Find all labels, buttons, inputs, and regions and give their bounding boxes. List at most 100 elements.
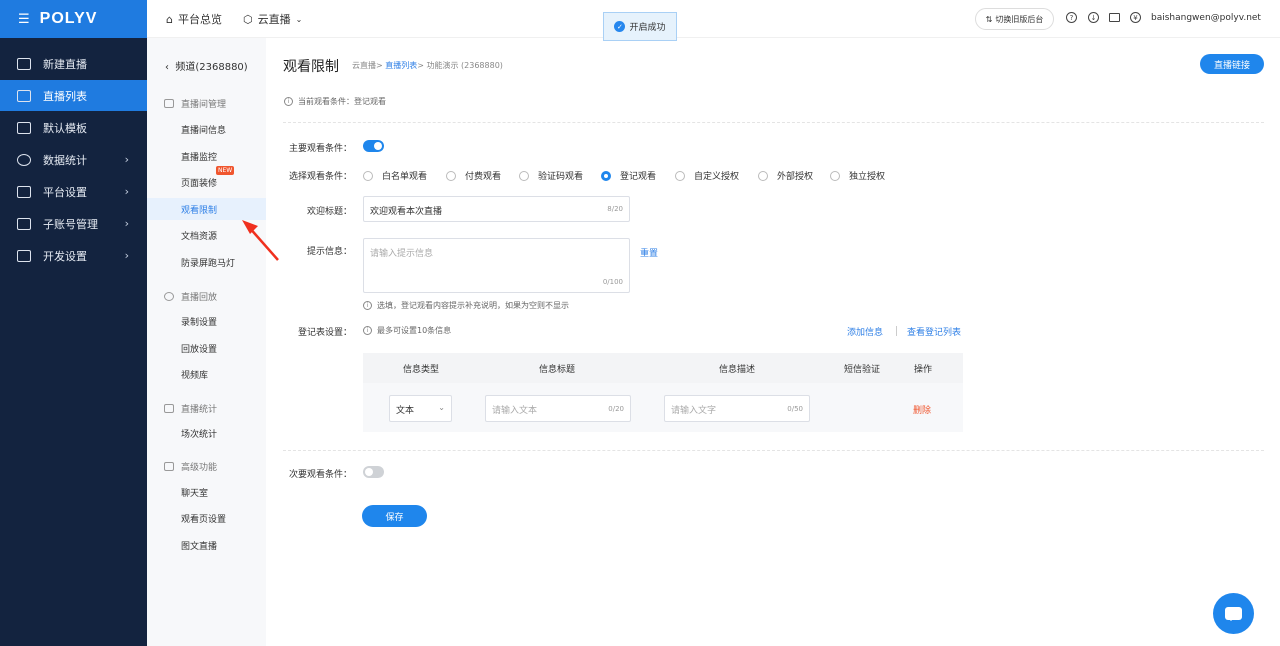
- subnav-replay-settings[interactable]: 回放设置: [147, 337, 266, 359]
- sidebar-item-sub-accounts[interactable]: 子账号管理 ›: [0, 208, 147, 239]
- help-icon[interactable]: ?: [1066, 12, 1077, 23]
- chevron-down-icon: ⌄: [295, 14, 303, 24]
- save-button[interactable]: 保存: [362, 505, 427, 527]
- user-account[interactable]: baishangwen@polyv.net: [1151, 13, 1261, 23]
- group-replay: 直播回放: [164, 290, 217, 303]
- hint-textarea[interactable]: 请输入提示信息 0/100: [363, 238, 630, 293]
- sidebar-item-platform-settings[interactable]: 平台设置 ›: [0, 176, 147, 207]
- info-title-input[interactable]: 请输入文本 0/20: [485, 395, 631, 422]
- sidebar-item-dev-settings[interactable]: 开发设置 ›: [0, 240, 147, 271]
- divider: [283, 122, 1264, 123]
- main-condition-label: 主要观看条件：: [288, 144, 352, 154]
- chevron-down-icon: ⌄: [438, 403, 445, 412]
- chevron-right-icon: ›: [124, 185, 129, 198]
- radio-dot: [363, 170, 373, 181]
- channel-subnav: ‹ 频道(2368880) 直播间管理 直播间信息 直播监控 页面装修 观看限制…: [147, 38, 266, 646]
- reset-link[interactable]: 重置: [640, 246, 658, 259]
- sidebar-item-new-live[interactable]: 新建直播: [0, 48, 147, 79]
- bar-chart-icon: [164, 404, 174, 413]
- group-stats: 直播统计: [164, 402, 217, 415]
- sidebar-item-data-stats[interactable]: 数据统计 ›: [0, 144, 147, 175]
- subnav-video-lib[interactable]: 视频库: [147, 363, 266, 385]
- wallet-icon[interactable]: ¥: [1130, 12, 1141, 23]
- col-header-title: 信息标题: [538, 365, 575, 375]
- logo-bar[interactable]: ☰ POLYV: [0, 0, 147, 38]
- mail-icon[interactable]: [1109, 13, 1120, 22]
- subnav-monitor[interactable]: 直播监控: [147, 145, 266, 167]
- breadcrumb-live-list[interactable]: 直播列表: [385, 61, 417, 70]
- char-counter: 0/50: [787, 405, 803, 413]
- cube-icon: ⬡: [243, 12, 253, 26]
- subnav-record[interactable]: 录制设置: [147, 310, 266, 332]
- code-icon: [17, 249, 31, 262]
- breadcrumb: 云直播> 直播列表> 功能演示 (2368880): [352, 61, 503, 70]
- radio-register[interactable]: 登记观看: [601, 169, 656, 182]
- radio-whitelist[interactable]: 白名单观看: [363, 169, 427, 182]
- list-icon: [17, 89, 31, 102]
- chevron-right-icon: ›: [124, 249, 129, 262]
- screen-icon: [164, 99, 174, 108]
- chat-support-button[interactable]: [1213, 593, 1254, 634]
- add-info-link[interactable]: 添加信息: [847, 325, 883, 338]
- input-placeholder: 请输入文字: [671, 406, 717, 416]
- subnav-chatroom[interactable]: 聊天室: [147, 481, 266, 503]
- reg-form-label: 登记表设置：: [297, 328, 352, 338]
- toggle-knob: [374, 142, 382, 150]
- subnav-room-info[interactable]: 直播间信息: [147, 118, 266, 140]
- radio-paid[interactable]: 付费观看: [446, 169, 501, 182]
- breadcrumb-cloud-live[interactable]: 云直播: [352, 61, 376, 70]
- switch-icon: ⇅: [985, 14, 993, 24]
- view-register-list-link[interactable]: 查看登记列表: [907, 325, 961, 338]
- switch-old-version-button[interactable]: ⇅ 切换旧版后台: [975, 8, 1054, 30]
- group-advanced: 高级功能: [164, 460, 217, 473]
- radio-custom-auth[interactable]: 自定义授权: [675, 169, 739, 182]
- platform-overview-link[interactable]: ⌂ 平台总览: [166, 11, 222, 27]
- info-icon: i: [363, 326, 372, 335]
- welcome-title-label: 欢迎标题：: [306, 207, 352, 217]
- secondary-condition-toggle[interactable]: [363, 466, 384, 478]
- col-header-sms: 短信验证: [843, 365, 880, 375]
- radio-dot: [446, 170, 456, 181]
- annotation-arrow-icon: [242, 220, 279, 261]
- secondary-condition-label: 次要观看条件：: [288, 470, 352, 480]
- group-room-mgmt: 直播间管理: [164, 97, 226, 110]
- hint-note: i 选填，登记观看内容提示补充说明，如果为空则不显示: [363, 300, 569, 311]
- chat-bubble-icon: [1225, 607, 1242, 621]
- live-link-button[interactable]: 直播链接: [1200, 54, 1264, 74]
- back-to-channel[interactable]: ‹ 频道(2368880): [165, 58, 248, 73]
- link-separator: [896, 326, 897, 336]
- radio-code[interactable]: 验证码观看: [519, 169, 583, 182]
- chevron-right-icon: ›: [124, 217, 129, 230]
- info-type-select[interactable]: 文本 ⌄: [389, 395, 452, 422]
- radio-external-auth[interactable]: 外部授权: [758, 169, 813, 182]
- menu-icon[interactable]: ☰: [18, 12, 30, 27]
- char-counter: 8/20: [607, 205, 623, 213]
- main-condition-toggle[interactable]: [363, 140, 384, 152]
- new-badge: NEW: [216, 166, 235, 175]
- subnav-page-decor[interactable]: 页面装修: [147, 171, 266, 193]
- page-title: 观看限制: [283, 59, 339, 75]
- col-header-desc: 信息描述: [718, 365, 755, 375]
- col-header-action: 操作: [913, 365, 932, 375]
- sidebar-item-default-template[interactable]: 默认模板: [0, 112, 147, 143]
- subnav-session-stats[interactable]: 场次统计: [147, 422, 266, 444]
- radio-dot: [601, 170, 611, 181]
- delete-row-link[interactable]: 删除: [913, 403, 931, 416]
- radio-dot: [675, 170, 685, 181]
- input-value: 欢迎观看本次直播: [370, 207, 443, 217]
- download-icon[interactable]: ↓: [1088, 12, 1099, 23]
- layers-icon: [17, 185, 31, 198]
- sidebar-item-live-list[interactable]: 直播列表: [0, 80, 147, 111]
- subnav-graphic-live[interactable]: 图文直播: [147, 534, 266, 556]
- radio-dot: [519, 170, 529, 181]
- hint-label: 提示信息：: [306, 247, 352, 257]
- chevron-right-icon: ›: [124, 153, 129, 166]
- info-desc-input[interactable]: 请输入文字 0/50: [664, 395, 810, 422]
- cloud-live-dropdown[interactable]: ⬡ 云直播 ⌄: [243, 11, 307, 27]
- welcome-title-input[interactable]: 欢迎观看本次直播 8/20: [363, 196, 630, 222]
- subnav-watch-page[interactable]: 观看页设置: [147, 507, 266, 529]
- radio-independent-auth[interactable]: 独立授权: [830, 169, 885, 182]
- toggle-knob: [365, 468, 373, 476]
- radio-dot: [830, 170, 840, 181]
- breadcrumb-current: 功能演示 (2368880): [426, 61, 503, 70]
